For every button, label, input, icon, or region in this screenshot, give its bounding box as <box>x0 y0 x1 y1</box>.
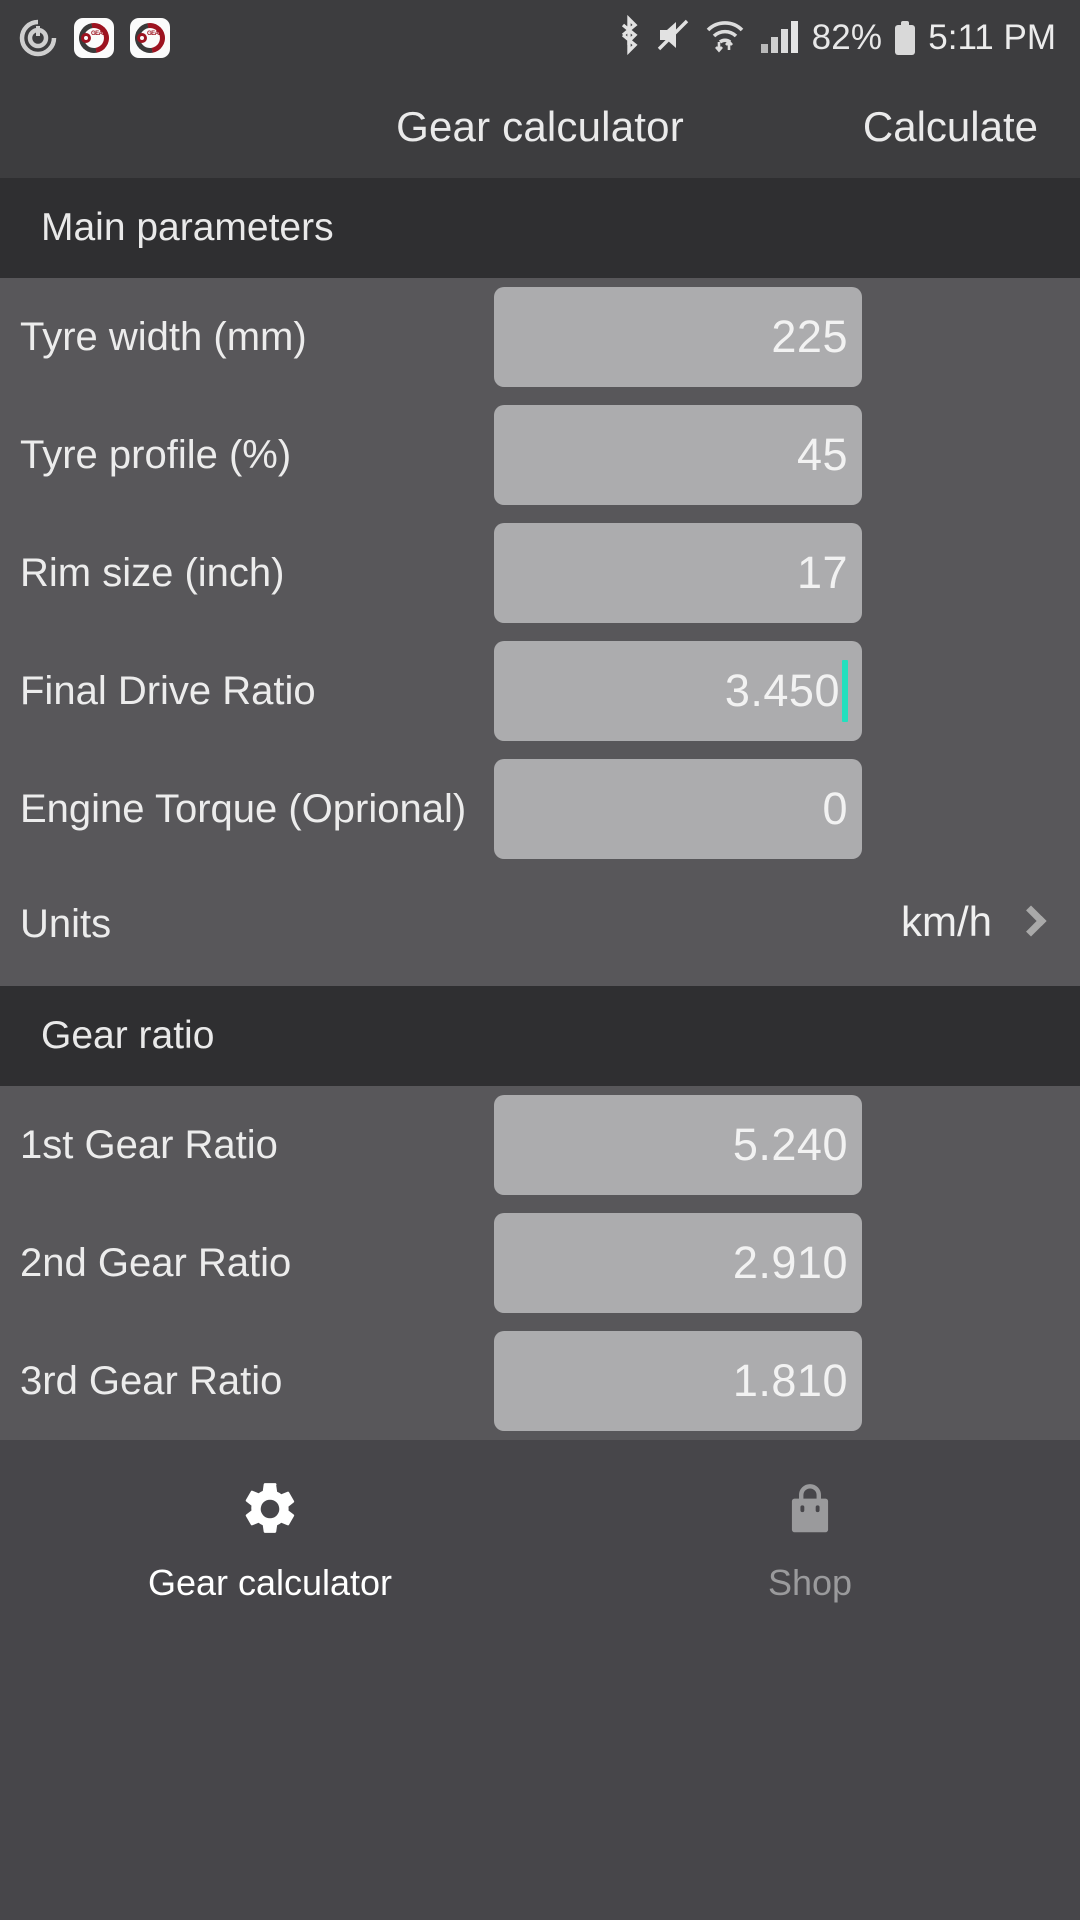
clock-label: 5:11 PM <box>928 17 1056 57</box>
input-value: 5.240 <box>732 1119 848 1170</box>
row-2nd-gear-ratio[interactable]: 2nd Gear Ratio 2.910 <box>0 1204 1080 1322</box>
row-label: Tyre width (mm) <box>20 314 307 359</box>
first-gear-ratio-input[interactable]: 5.240 <box>494 1095 862 1195</box>
calculate-button[interactable]: Calculate <box>863 75 1038 178</box>
settings-scroll-area[interactable]: Main parameters Tyre width (mm) 225 Tyre… <box>0 178 1080 1440</box>
shopping-bag-icon <box>779 1478 841 1540</box>
nav-tab-label: Shop <box>767 1562 853 1603</box>
signal-bars-icon <box>759 17 799 58</box>
app-notification-icon: GEAR <box>74 17 114 58</box>
units-value: km/h <box>900 898 992 945</box>
row-1st-gear-ratio[interactable]: 1st Gear Ratio 5.240 <box>0 1086 1080 1204</box>
chevron-right-icon <box>1015 905 1047 937</box>
input-value: 45 <box>796 429 848 480</box>
wifi-icon <box>704 17 746 58</box>
row-final-drive-ratio[interactable]: Final Drive Ratio 3.450 <box>0 632 1080 750</box>
gear-icon <box>239 1478 301 1540</box>
final-drive-ratio-input[interactable]: 3.450 <box>494 641 862 741</box>
tyre-width-input[interactable]: 225 <box>494 287 862 387</box>
section-header-main-parameters: Main parameters <box>0 178 1080 278</box>
row-units[interactable]: Units km/h <box>0 868 1080 986</box>
title-bar: Gear calculator Calculate <box>0 75 1080 178</box>
battery-percent-label: 82% <box>811 17 883 57</box>
row-label: 1st Gear Ratio <box>20 1122 278 1167</box>
bottom-navigation-bar: Gear calculator Shop <box>0 1440 1080 1920</box>
row-label: Rim size (inch) <box>20 550 285 595</box>
text-caret <box>842 660 848 722</box>
section-header-gear-ratio: Gear ratio <box>0 986 1080 1086</box>
status-bar: GEAR GEAR 82% 5:11 PM <box>0 0 1080 75</box>
mute-icon <box>655 17 691 58</box>
row-label: 3rd Gear Ratio <box>20 1358 283 1403</box>
status-bar-right-icons: 82% 5:11 PM <box>616 14 1080 60</box>
row-label: Engine Torque (Oprional) <box>20 786 467 831</box>
bluetooth-icon <box>616 14 642 60</box>
units-label: Units <box>20 902 112 946</box>
third-gear-ratio-input[interactable]: 1.810 <box>494 1331 862 1431</box>
engine-torque-input[interactable]: 0 <box>494 759 862 859</box>
row-label: 2nd Gear Ratio <box>20 1240 292 1285</box>
battery-icon <box>895 20 916 55</box>
input-value: 225 <box>771 311 848 362</box>
row-3rd-gear-ratio[interactable]: 3rd Gear Ratio 1.810 <box>0 1322 1080 1440</box>
rim-size-input[interactable]: 17 <box>494 523 862 623</box>
input-value: 0 <box>822 783 848 834</box>
row-rim-size[interactable]: Rim size (inch) 17 <box>0 514 1080 632</box>
row-tyre-width[interactable]: Tyre width (mm) 225 <box>0 278 1080 396</box>
input-value: 17 <box>796 547 848 598</box>
app-root: GEAR GEAR 82% 5:11 PM Gear calculator Ca… <box>0 0 1080 1920</box>
input-value: 3.450 <box>724 665 840 716</box>
nav-tab-gear-calculator[interactable]: Gear calculator <box>0 1440 540 1920</box>
row-tyre-profile[interactable]: Tyre profile (%) 45 <box>0 396 1080 514</box>
input-value: 1.810 <box>732 1355 848 1406</box>
app-notification-icon: GEAR <box>130 17 170 58</box>
nav-tab-label: Gear calculator <box>147 1562 393 1603</box>
nav-tab-shop[interactable]: Shop <box>540 1440 1080 1920</box>
status-bar-left-icons: GEAR GEAR <box>0 17 170 58</box>
row-engine-torque[interactable]: Engine Torque (Oprional) 0 <box>0 750 1080 868</box>
row-label: Tyre profile (%) <box>20 432 292 477</box>
row-label: Final Drive Ratio <box>20 668 316 713</box>
power-ring-icon <box>18 18 58 58</box>
second-gear-ratio-input[interactable]: 2.910 <box>494 1213 862 1313</box>
input-value: 2.910 <box>732 1237 848 1288</box>
tyre-profile-input[interactable]: 45 <box>494 405 862 505</box>
